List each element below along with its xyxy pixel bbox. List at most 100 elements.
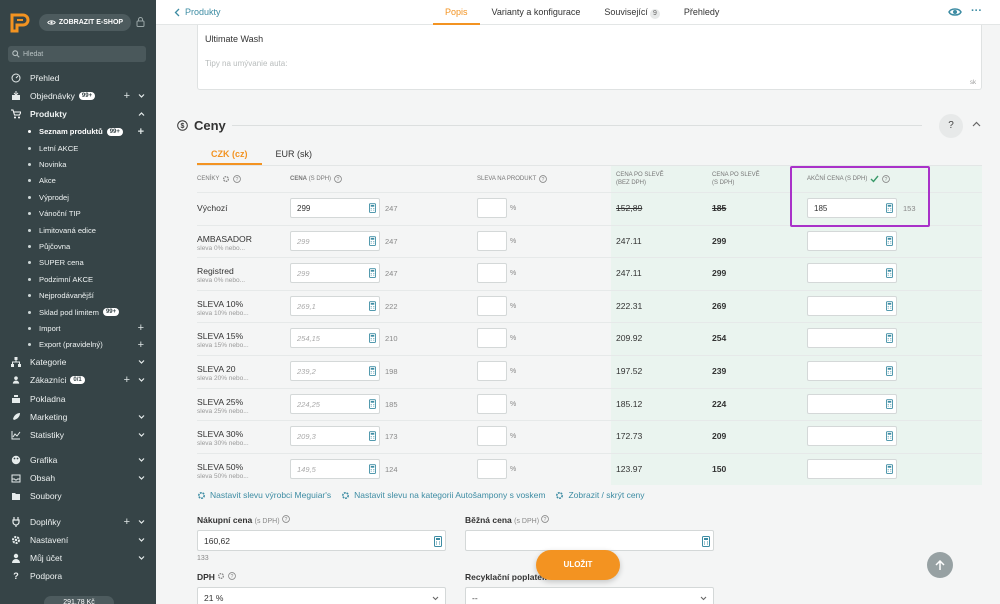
- sidebar-item-obsah[interactable]: Obsah: [0, 469, 156, 487]
- link-category-discount[interactable]: Nastavit slevu na kategorii Autošampony …: [341, 490, 545, 500]
- sidebar-item-doplnky[interactable]: Doplňky +: [0, 513, 156, 531]
- chevron-down-icon[interactable]: [138, 458, 145, 463]
- logo-icon[interactable]: [9, 12, 31, 34]
- collapse-chevron-icon[interactable]: [972, 121, 981, 127]
- help-circle-icon[interactable]: ?: [541, 515, 550, 523]
- sidebar-item-objednavky[interactable]: Objednávky 99+ +: [0, 87, 156, 105]
- calculator-icon[interactable]: [369, 366, 376, 376]
- scroll-top-button[interactable]: [927, 552, 953, 578]
- calculator-icon[interactable]: [369, 431, 376, 441]
- tab-czk[interactable]: CZK (cz): [197, 144, 262, 165]
- sidebar-subitem[interactable]: Sklad pod limitem 99+: [0, 304, 156, 320]
- tab-souvisejici[interactable]: Související 9: [592, 0, 671, 25]
- discount-input[interactable]: [477, 230, 507, 251]
- show-eshop-button[interactable]: ZOBRAZIT E-SHOP: [39, 14, 131, 31]
- sidebar-item-zakaznici[interactable]: Zákazníci 0/1 +: [0, 371, 156, 389]
- chevron-down-icon[interactable]: [138, 414, 145, 419]
- action-price-input[interactable]: [807, 393, 897, 414]
- sidebar-item-produkty[interactable]: Produkty: [0, 105, 156, 123]
- sidebar-subitem[interactable]: Nejprodávanější: [0, 287, 156, 303]
- chevron-down-icon[interactable]: [138, 378, 145, 383]
- sidebar-item-podpora[interactable]: ? Podpora: [0, 567, 156, 585]
- discount-input[interactable]: [477, 458, 507, 479]
- action-price-input[interactable]: [807, 361, 897, 381]
- calculator-icon[interactable]: [886, 431, 893, 441]
- help-button[interactable]: ?: [939, 114, 963, 138]
- calculator-icon[interactable]: [369, 300, 376, 311]
- sidebar-item-pokladna[interactable]: Pokladna: [0, 389, 156, 407]
- calculator-icon[interactable]: [369, 203, 376, 213]
- calculator-icon[interactable]: [369, 235, 376, 246]
- tab-prehledy[interactable]: Přehledy: [672, 0, 732, 25]
- description-editor[interactable]: Ultimate Wash Tipy na umývanie auta: sk: [197, 25, 982, 90]
- action-price-input[interactable]: [807, 295, 897, 316]
- chevron-down-icon[interactable]: [138, 476, 145, 481]
- price-input[interactable]: 254,15: [290, 328, 380, 349]
- add-import-icon[interactable]: +: [138, 322, 144, 334]
- add-export-icon[interactable]: +: [138, 339, 144, 351]
- chevron-down-icon[interactable]: [138, 537, 145, 542]
- sidebar-item-nastaveni[interactable]: Nastavení: [0, 531, 156, 549]
- vat-select[interactable]: 21 %: [197, 587, 446, 604]
- calculator-icon[interactable]: [886, 333, 893, 344]
- discount-input[interactable]: [477, 295, 507, 316]
- discount-input[interactable]: [477, 198, 507, 218]
- tab-eur[interactable]: EUR (sk): [262, 144, 327, 165]
- purchase-price-input[interactable]: 160,62: [197, 530, 446, 551]
- calculator-icon[interactable]: [886, 268, 893, 278]
- sidebar-subitem-seznam-produktu[interactable]: Seznam produktů 99+ +: [0, 124, 156, 140]
- sidebar-item-soubory[interactable]: Soubory: [0, 487, 156, 505]
- calculator-icon[interactable]: [886, 463, 893, 474]
- help-circle-icon[interactable]: ?: [282, 515, 290, 523]
- calculator-icon[interactable]: [369, 398, 376, 409]
- regular-price-input[interactable]: [465, 530, 714, 551]
- tab-popis[interactable]: Popis: [433, 0, 480, 25]
- chevron-down-icon[interactable]: [138, 432, 145, 437]
- sidebar-subitem[interactable]: Limitovaná edice: [0, 222, 156, 238]
- calculator-icon[interactable]: [369, 268, 376, 278]
- more-icon[interactable]: ···: [971, 6, 982, 17]
- sidebar-subitem[interactable]: Letní AKCE: [0, 140, 156, 156]
- action-price-input[interactable]: [807, 328, 897, 349]
- chevron-down-icon[interactable]: [138, 519, 145, 524]
- sidebar-subitem[interactable]: Podzimní AKCE: [0, 271, 156, 287]
- back-link[interactable]: Produkty: [174, 7, 221, 17]
- sidebar-item-statistiky[interactable]: Statistiky: [0, 426, 156, 444]
- discount-input[interactable]: [477, 328, 507, 349]
- price-input[interactable]: 239,2: [290, 361, 380, 381]
- link-toggle-prices[interactable]: Zobrazit / skrýt ceny: [555, 490, 645, 500]
- discount-input[interactable]: [477, 263, 507, 284]
- discount-input[interactable]: [477, 426, 507, 447]
- price-input[interactable]: 224,25: [290, 393, 380, 414]
- tab-varianty[interactable]: Varianty a konfigurace: [480, 0, 593, 25]
- help-circle-icon[interactable]: ?: [233, 175, 242, 183]
- price-input[interactable]: 299: [290, 198, 380, 218]
- action-price-input[interactable]: [807, 263, 897, 284]
- sidebar-subitem[interactable]: Vánoční TIP: [0, 206, 156, 222]
- sidebar-subitem[interactable]: Půjčovna: [0, 238, 156, 254]
- price-input[interactable]: 299: [290, 230, 380, 251]
- calculator-icon[interactable]: [886, 366, 893, 376]
- calculator-icon[interactable]: [434, 536, 442, 547]
- help-circle-icon[interactable]: ?: [334, 175, 342, 183]
- sidebar-subitem[interactable]: Import +: [0, 320, 156, 336]
- calculator-icon[interactable]: [886, 300, 893, 311]
- action-price-input[interactable]: [807, 458, 897, 479]
- sidebar-subitem[interactable]: Novinka: [0, 156, 156, 172]
- save-button[interactable]: ULOŽIT: [536, 550, 620, 580]
- calculator-icon[interactable]: [886, 398, 893, 409]
- sidebar-item-muj-ucet[interactable]: Můj účet: [0, 549, 156, 567]
- help-circle-icon[interactable]: ?: [539, 175, 548, 183]
- eye-icon[interactable]: [948, 7, 962, 17]
- sidebar-search-input[interactable]: Hledat: [8, 46, 146, 62]
- sidebar-item-marketing[interactable]: Marketing: [0, 408, 156, 426]
- price-input[interactable]: 299: [290, 263, 380, 284]
- calculator-icon[interactable]: [369, 333, 376, 344]
- discount-input[interactable]: [477, 393, 507, 414]
- lock-icon[interactable]: [136, 16, 145, 27]
- recycling-fee-select[interactable]: --: [465, 587, 714, 604]
- sidebar-subitem[interactable]: Export (pravidelný) +: [0, 337, 156, 353]
- sidebar-subitem[interactable]: Akce: [0, 173, 156, 189]
- add-product-icon[interactable]: +: [138, 126, 144, 138]
- action-price-input[interactable]: [807, 426, 897, 447]
